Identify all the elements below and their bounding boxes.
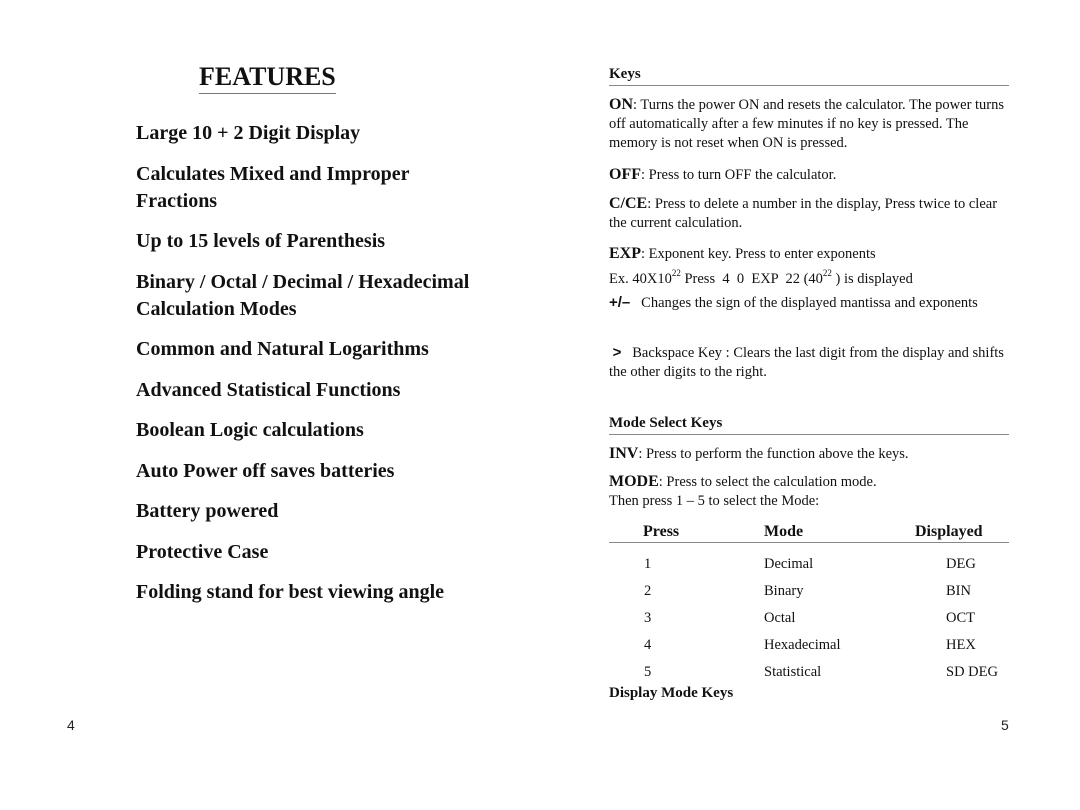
feature-item: Advanced Statistical Functions [136,378,401,401]
feature-item: Protective Case [136,540,269,563]
features-title: FEATURES [199,62,336,94]
table-row: 2 Binary BIN [644,583,971,599]
key-cce-description: C/CE: Press to delete a number in the di… [609,195,998,231]
key-label-cce: C/CE [609,195,648,212]
feature-item: Binary / Octal / Decimal / Hexadecimal C… [136,270,470,320]
feature-item: Calculates Mixed and Improper Fractions [136,162,410,212]
key-label-inv: INV [609,445,639,462]
feature-item: Folding stand for best viewing angle [136,581,444,603]
key-exp-description: EXP: Exponent key. Press to enter expone… [609,245,913,287]
table-row: 4 Hexadecimal HEX [644,637,976,653]
key-inv-description: INV: Press to perform the function above… [609,445,909,462]
keys-heading: Keys [609,64,1009,86]
feature-item: Large 10 + 2 Digit Display [136,122,361,144]
exp-example: Ex. 40X1022 Press 4 0 EXP 22 (4022 ) is … [609,268,913,287]
feature-item: Battery powered [136,500,279,522]
feature-item: Common and Natural Logarithms [136,338,429,360]
key-backspace-description: > Backspace Key : Clears the last digit … [609,344,1004,380]
header-press: Press [643,523,680,540]
key-label-on: ON [609,96,633,113]
header-mode: Mode [764,523,804,540]
feature-item: Up to 15 levels of Parenthesis [136,230,386,252]
key-off-description: OFF: Press to turn OFF the calculator. [609,166,837,183]
display-mode-heading: Display Mode Keys [609,685,734,701]
feature-item: Auto Power off saves batteries [136,459,395,482]
backspace-icon: > [612,344,622,361]
key-label-sign: +/– [609,294,631,311]
table-row: 3 Octal OCT [644,610,975,626]
key-label-exp: EXP [609,245,641,262]
header-displayed: Displayed [915,523,983,540]
page-number-left: 4 [67,717,75,733]
mode-select-heading: Mode Select Keys [609,413,1009,435]
key-label-off: OFF [609,166,641,183]
feature-list: Large 10 + 2 Digit Display Calculates Mi… [136,120,476,620]
table-row: 5 Statistical SD DEG [644,664,998,680]
key-label-mode: MODE [609,473,659,490]
key-mode-description: MODE: Press to select the calculation mo… [609,473,877,509]
page-number-right: 5 [1001,717,1009,733]
feature-item: Boolean Logic calculations [136,419,364,441]
mode-table-header: Press Mode Displayed [609,522,1009,543]
left-page: FEATURES Large 10 + 2 Digit Display Calc… [0,0,540,810]
key-on-description: ON: Turns the power ON and resets the ca… [609,96,1005,151]
key-sign-description: +/– Changes the sign of the displayed ma… [609,294,978,311]
table-row: 1 Decimal DEG [644,556,976,572]
